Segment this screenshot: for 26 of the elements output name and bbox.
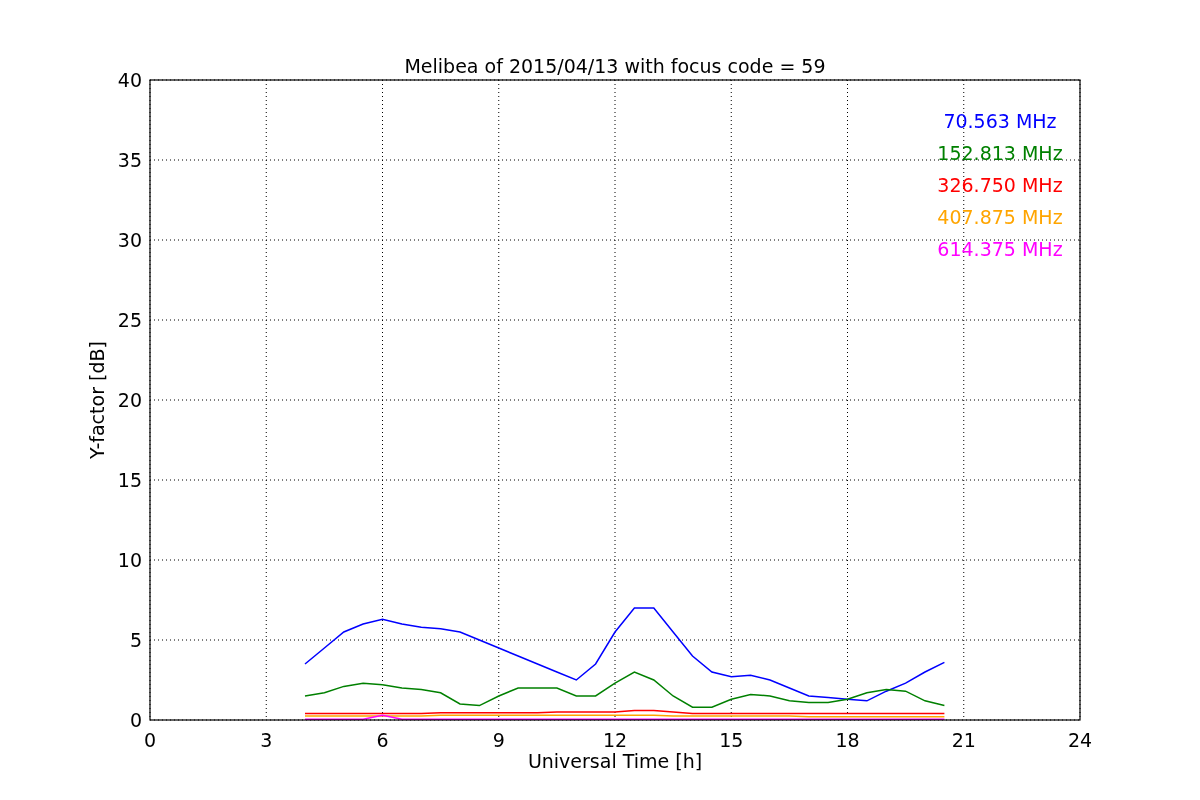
- tick-label: 12: [602, 729, 628, 751]
- tick-label: 24: [1067, 729, 1093, 751]
- tick-label: 10: [117, 549, 142, 571]
- tick-label: 25: [117, 309, 142, 331]
- tick-label: 35: [117, 149, 142, 171]
- axis-label: Universal Time [h]: [527, 750, 703, 772]
- tick-label: 30: [117, 229, 142, 251]
- tick-label: 20: [117, 389, 142, 411]
- legend-label: 407.875 MHz: [937, 206, 1063, 228]
- legend-label: 326.750 MHz: [937, 174, 1063, 196]
- tick-label: 15: [719, 729, 744, 751]
- tick-label: 6: [376, 729, 389, 751]
- legend-label: 152.813 MHz: [937, 142, 1063, 164]
- tick-label: 15: [117, 469, 142, 491]
- tick-label: 5: [129, 629, 142, 651]
- tick-label: 0: [143, 729, 157, 751]
- tick-label: 18: [835, 729, 860, 751]
- tick-label: 0: [129, 709, 142, 731]
- tick-label: 3: [260, 729, 273, 751]
- chart-title: Melibea of 2015/04/13 with focus code = 59: [404, 55, 826, 77]
- tick-label: 21: [951, 729, 976, 751]
- legend-label: 70.563 MHz: [943, 110, 1057, 132]
- axis-label: Y-factor [dB]: [86, 341, 108, 459]
- tick-label: 40: [117, 69, 142, 91]
- legend-label: 614.375 MHz: [937, 238, 1063, 260]
- tick-label: 9: [492, 729, 505, 751]
